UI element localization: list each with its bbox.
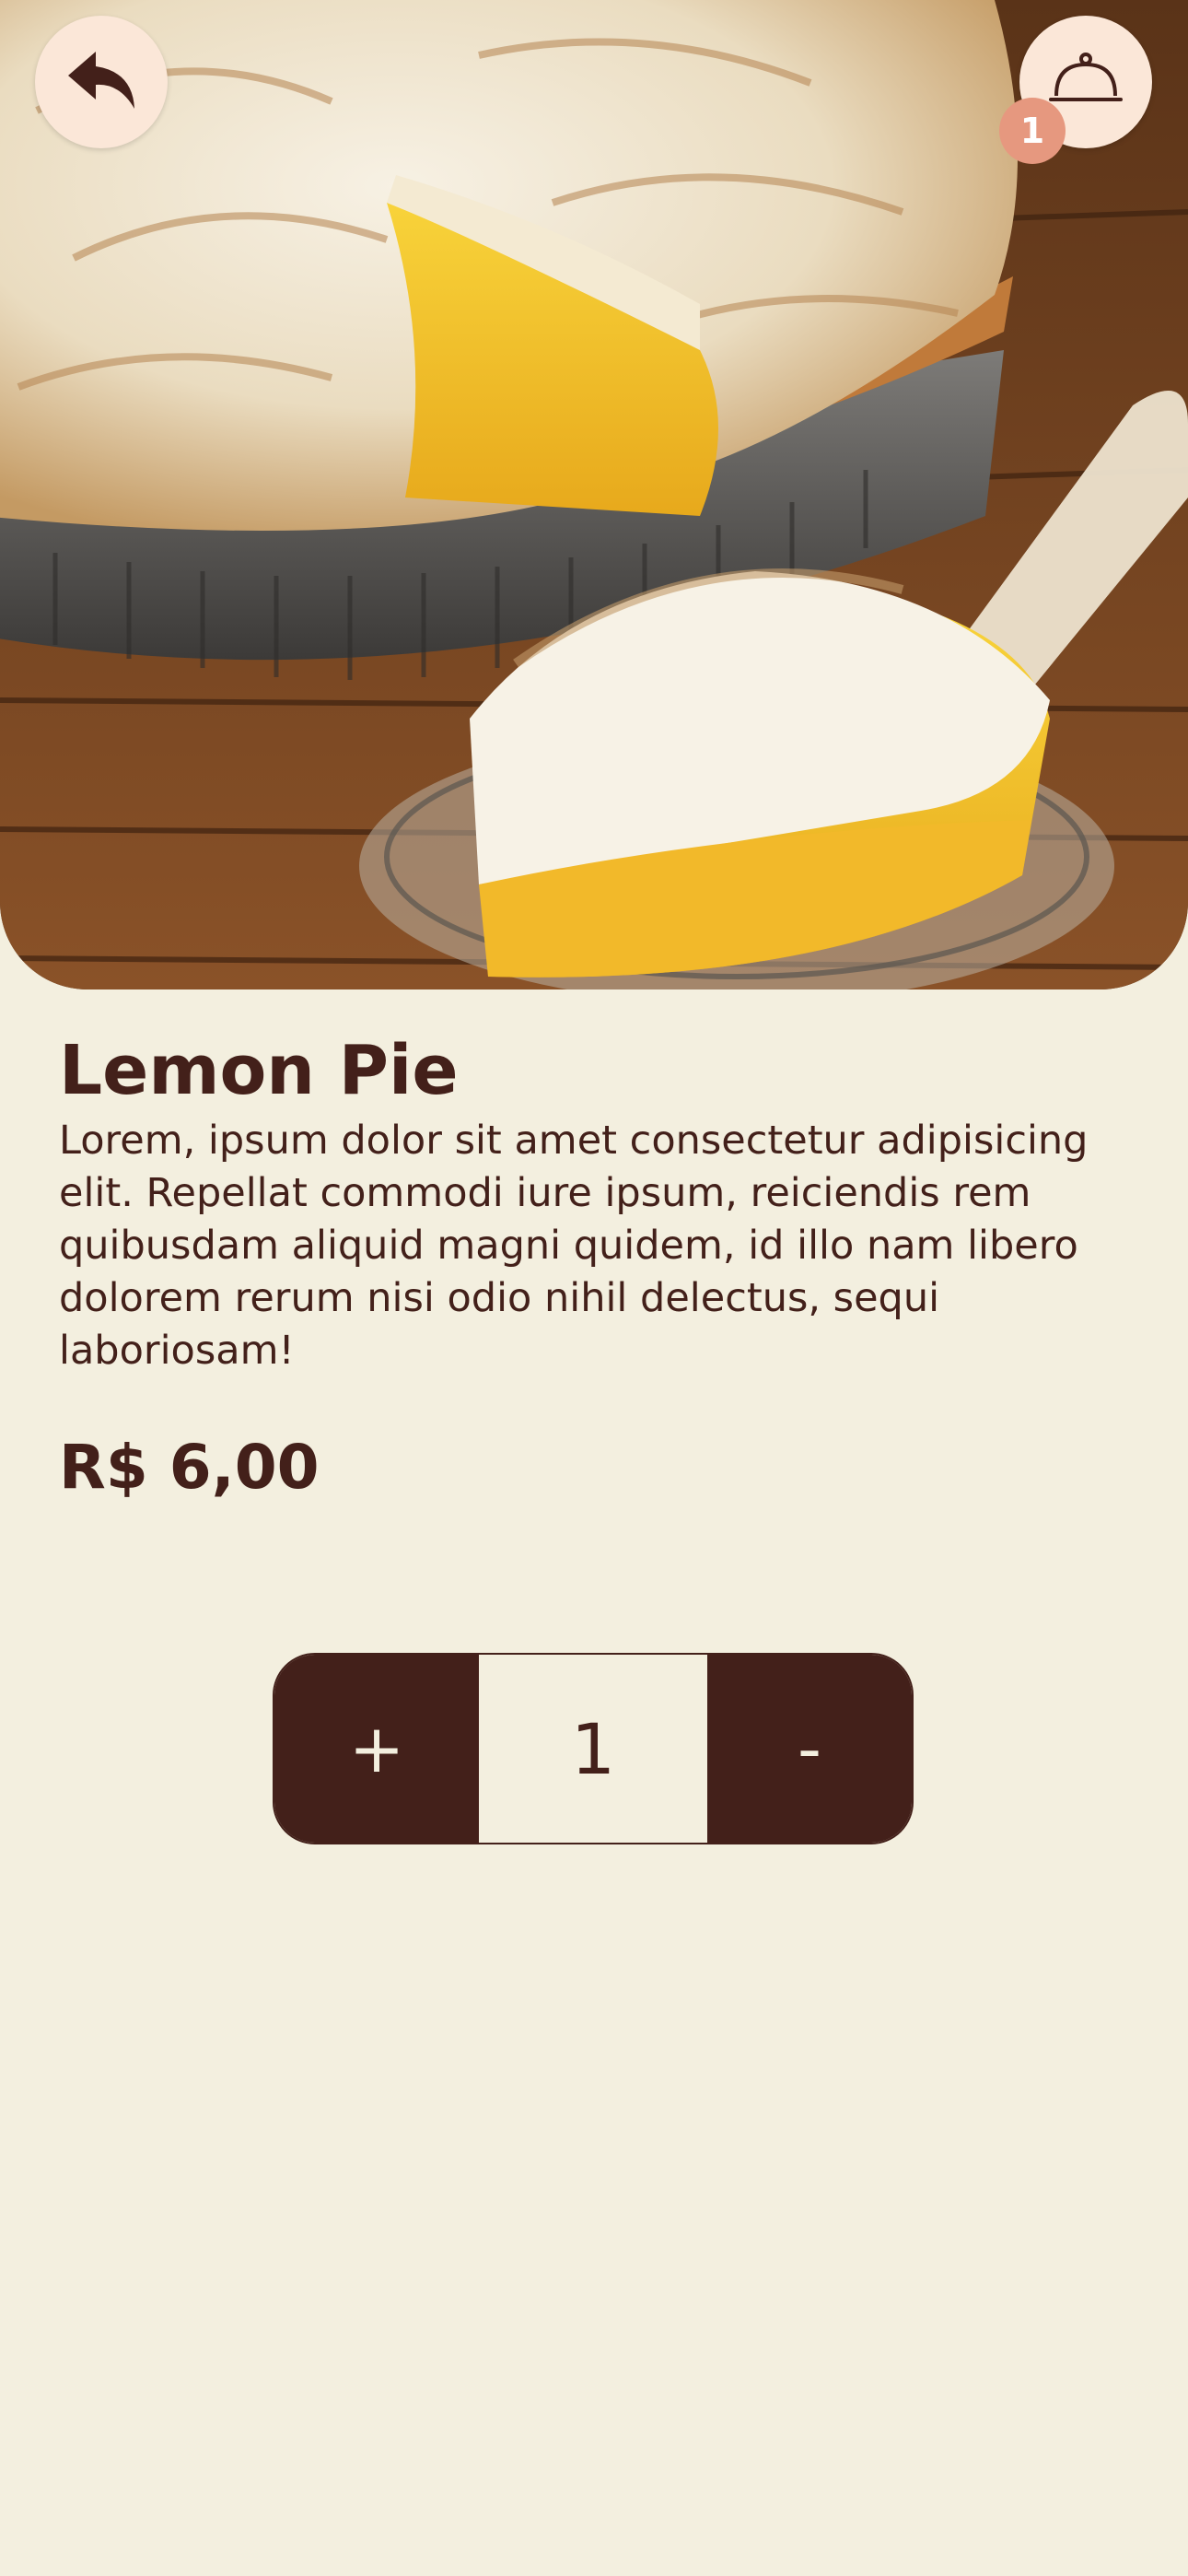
quantity-value: 1 xyxy=(479,1655,707,1843)
product-name: Lemon Pie xyxy=(59,1031,459,1110)
product-price: R$ 6,00 xyxy=(59,1432,320,1503)
product-description: Lorem, ipsum dolor sit amet consectetur … xyxy=(59,1118,1089,1374)
decrement-button[interactable]: - xyxy=(707,1655,912,1843)
increment-button[interactable]: + xyxy=(274,1655,479,1843)
quantity-stepper: + 1 - xyxy=(273,1653,914,1844)
cart-badge: 1 xyxy=(999,98,1066,164)
back-button[interactable] xyxy=(35,16,168,148)
cloche-icon xyxy=(1049,48,1123,116)
reply-arrow-icon xyxy=(64,48,138,116)
